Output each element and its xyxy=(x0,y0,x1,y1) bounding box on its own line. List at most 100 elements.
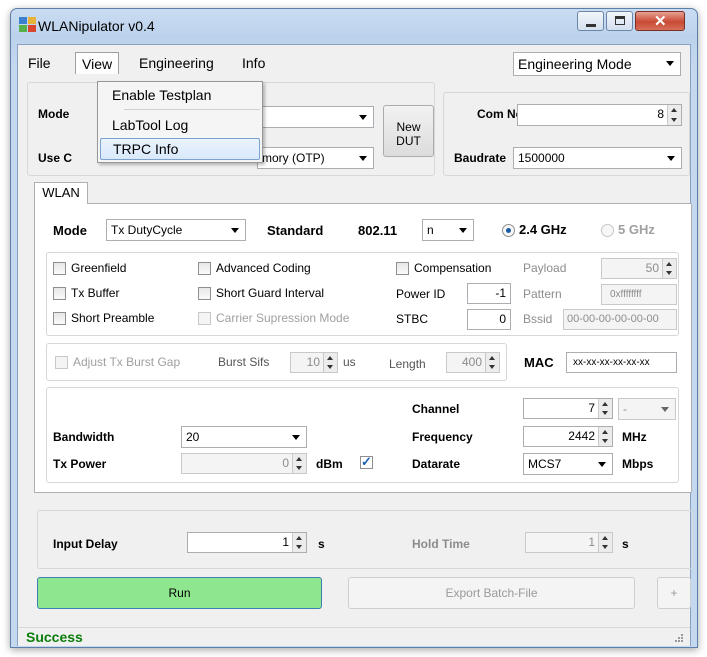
status-bar: Success xyxy=(18,627,690,646)
input-delay-unit: s xyxy=(318,537,325,551)
spinner-icon[interactable] xyxy=(292,533,306,552)
menu-info[interactable]: Info xyxy=(236,52,271,74)
spinner-icon[interactable] xyxy=(292,454,306,473)
power-id-input[interactable]: -1 xyxy=(467,283,511,304)
maximize-button[interactable] xyxy=(606,11,633,31)
adjust-burst-checkbox[interactable] xyxy=(55,356,68,369)
band-5-radio[interactable] xyxy=(601,224,614,237)
input-delay-stepper[interactable]: 1 xyxy=(187,532,307,553)
tx-power-unit: dBm xyxy=(316,457,343,471)
payload-stepper[interactable]: 50 xyxy=(601,258,677,279)
chevron-down-icon xyxy=(459,228,467,233)
menu-item-enable-testplan[interactable]: Enable Testplan xyxy=(100,84,260,106)
burst-sifs-value: 10 xyxy=(306,355,320,369)
menu-file[interactable]: File xyxy=(22,52,57,74)
channel-label: Channel xyxy=(412,402,460,416)
datarate-unit: Mbps xyxy=(622,457,654,471)
power-id-label: Power ID xyxy=(396,287,446,301)
wlan-mode-value: Tx DutyCycle xyxy=(111,223,183,237)
spinner-icon[interactable] xyxy=(662,259,676,278)
hold-time-value: 1 xyxy=(588,535,595,549)
standard-combo[interactable]: n xyxy=(422,219,474,241)
spinner-icon[interactable] xyxy=(667,105,681,125)
channel-stepper[interactable]: 7 xyxy=(523,398,613,419)
wlan-mode-label: Mode xyxy=(53,223,87,238)
carrier-suppression-checkbox[interactable] xyxy=(198,312,211,325)
spinner-icon[interactable] xyxy=(323,353,337,372)
spinner-icon[interactable] xyxy=(598,533,612,552)
advanced-coding-checkbox[interactable] xyxy=(198,262,211,275)
spinner-icon[interactable] xyxy=(598,427,612,446)
tx-power-label: Tx Power xyxy=(53,457,107,471)
mode-label: Mode xyxy=(38,107,70,121)
burst-sifs-stepper[interactable]: 10 xyxy=(290,352,338,373)
bssid-input[interactable]: 00-00-00-00-00-00 xyxy=(563,309,677,330)
greenfield-checkbox[interactable] xyxy=(53,262,66,275)
window-title: WLANipulator v0.4 xyxy=(38,18,155,34)
chevron-down-icon xyxy=(598,462,606,467)
pattern-input[interactable]: 0xffffffff xyxy=(601,284,677,305)
channel-extra-value: - xyxy=(623,402,627,416)
burst-sifs-unit: us xyxy=(343,355,356,369)
length-label: Length xyxy=(389,357,426,371)
band-2-4-label: 2.4 GHz xyxy=(519,222,567,237)
export-batch-button[interactable]: Export Batch-File xyxy=(348,577,635,609)
datarate-combo[interactable]: MCS7 xyxy=(523,453,613,475)
hold-time-stepper[interactable]: 1 xyxy=(525,532,613,553)
stbc-label: STBC xyxy=(396,312,429,326)
spinner-icon[interactable] xyxy=(485,353,499,372)
band-5-label: 5 GHz xyxy=(618,222,655,237)
tab-wlan[interactable]: WLAN xyxy=(34,182,88,204)
tx-power-stepper[interactable]: 0 xyxy=(181,453,307,474)
bandwidth-combo[interactable]: 20 xyxy=(181,426,307,448)
standard-label: Standard xyxy=(267,223,324,238)
baudrate-value: 1500000 xyxy=(518,151,565,165)
compensation-checkbox[interactable] xyxy=(396,262,409,275)
baudrate-combo[interactable]: 1500000 xyxy=(513,147,682,169)
menu-engineering[interactable]: Engineering xyxy=(133,52,220,74)
stbc-input[interactable]: 0 xyxy=(467,309,511,330)
minimize-button[interactable] xyxy=(577,11,604,31)
datarate-label: Datarate xyxy=(412,457,461,471)
chevron-down-icon xyxy=(292,435,300,440)
length-stepper[interactable]: 400 xyxy=(446,352,500,373)
mac-label: MAC xyxy=(524,355,554,370)
tx-power-checkbox[interactable] xyxy=(360,454,373,470)
bandwidth-label: Bandwidth xyxy=(53,430,115,444)
new-dut-button[interactable]: New DUT xyxy=(383,105,434,157)
new-dut-label-2: DUT xyxy=(396,134,421,148)
wlan-mode-combo[interactable]: Tx DutyCycle xyxy=(106,219,246,241)
spinner-icon[interactable] xyxy=(598,399,612,418)
run-button[interactable]: Run xyxy=(37,577,322,609)
frequency-value: 2442 xyxy=(568,429,595,443)
carrier-suppression-label: Carrier Supression Mode xyxy=(216,311,350,325)
greenfield-label: Greenfield xyxy=(71,261,127,275)
burst-sifs-label: Burst Sifs xyxy=(218,355,270,369)
mode-select-value: Engineering Mode xyxy=(518,56,632,72)
tx-buffer-label: Tx Buffer xyxy=(71,286,120,300)
add-button[interactable]: + xyxy=(657,577,691,609)
channel-extra-combo[interactable]: - xyxy=(618,398,676,420)
short-guard-label: Short Guard Interval xyxy=(216,286,325,300)
standard-value: n xyxy=(427,223,434,237)
resize-grip-icon[interactable] xyxy=(674,633,684,643)
mode-select[interactable]: Engineering Mode xyxy=(513,52,681,76)
close-button[interactable]: ✕ xyxy=(635,11,685,31)
minimize-icon xyxy=(586,24,596,27)
use-combo[interactable]: mory (OTP) xyxy=(257,147,374,169)
band-2-4-radio[interactable] xyxy=(502,224,515,237)
status-text: Success xyxy=(26,629,83,645)
bandwidth-value: 20 xyxy=(186,430,200,444)
com-no-stepper[interactable]: 8 xyxy=(517,104,682,126)
tx-buffer-checkbox[interactable] xyxy=(53,287,66,300)
top-mode-combo[interactable] xyxy=(257,106,374,128)
menu-item-trpc-info[interactable]: TRPC Info xyxy=(100,138,260,160)
mac-input[interactable]: xx-xx-xx-xx-xx-xx xyxy=(566,352,677,373)
frequency-stepper[interactable]: 2442 xyxy=(523,426,613,447)
short-guard-checkbox[interactable] xyxy=(198,287,211,300)
maximize-icon xyxy=(615,16,625,25)
short-preamble-checkbox[interactable] xyxy=(53,312,66,325)
use-combo-value: mory (OTP) xyxy=(262,151,325,165)
menu-view[interactable]: View xyxy=(75,52,120,74)
menu-item-labtool-log[interactable]: LabTool Log xyxy=(100,114,260,136)
